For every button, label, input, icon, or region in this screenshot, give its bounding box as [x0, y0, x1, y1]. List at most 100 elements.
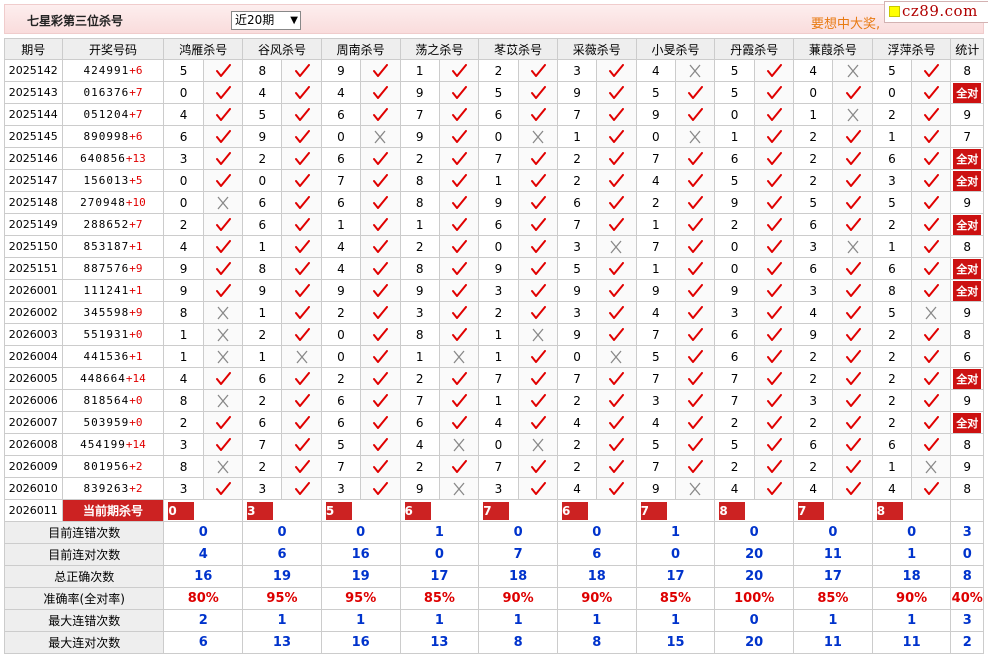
cross-icon — [925, 306, 937, 320]
kill-status — [438, 59, 480, 82]
check-icon — [452, 151, 468, 165]
kill-status — [281, 477, 322, 500]
check-icon — [530, 349, 546, 363]
summary-value: 16 — [163, 565, 244, 588]
kill-status — [674, 147, 716, 170]
check-icon — [766, 305, 782, 319]
col-expert-header: 浮萍杀号 — [871, 38, 952, 60]
kill-status — [674, 235, 716, 258]
cross-icon — [217, 460, 229, 474]
check-icon — [452, 415, 468, 429]
kill-status — [753, 477, 795, 500]
check-icon — [294, 63, 310, 77]
kill-status — [832, 59, 873, 82]
logo-text: cz89.com — [902, 2, 978, 20]
period-select[interactable]: 近20期 ▼ — [231, 11, 301, 30]
kill-status — [517, 367, 558, 390]
check-icon — [294, 239, 310, 253]
summary-value: 0 — [320, 521, 401, 544]
check-icon — [215, 129, 231, 143]
kill-number: 3 — [556, 59, 598, 82]
summary-value: 16 — [320, 543, 401, 566]
check-icon — [294, 129, 310, 143]
kill-status — [596, 279, 637, 302]
draw-bonus: +14 — [125, 438, 146, 451]
kill-status — [911, 59, 952, 82]
kill-number: 3 — [163, 477, 204, 500]
kill-status — [911, 147, 952, 170]
promo-text[interactable]: 要想中大奖, — [811, 13, 880, 32]
summary-count: 3 — [950, 521, 984, 544]
kill-number: 6 — [871, 433, 913, 456]
kill-number: 9 — [320, 279, 362, 302]
kill-number: 4 — [320, 235, 362, 258]
summary-value: 11 — [793, 543, 873, 566]
kill-number: 8 — [399, 169, 440, 192]
current-kill-cell: 7 — [793, 499, 873, 522]
kill-number: 2 — [163, 411, 204, 434]
kill-status — [911, 213, 952, 236]
check-icon — [215, 437, 231, 451]
kill-status — [596, 389, 637, 412]
cross-icon — [217, 350, 229, 364]
draw-number: 288652+7 — [61, 213, 165, 236]
kill-number: 1 — [793, 103, 834, 126]
check-icon — [215, 151, 231, 165]
kill-number: 0 — [478, 235, 519, 258]
all-correct-badge: 全对 — [953, 214, 982, 235]
kill-number: 4 — [635, 301, 676, 324]
cross-icon — [296, 350, 308, 364]
kill-status — [517, 81, 558, 104]
kill-status — [517, 433, 558, 456]
check-icon — [609, 327, 625, 341]
draw-digits: 270948 — [80, 196, 126, 209]
check-icon — [766, 459, 782, 473]
kill-status — [832, 301, 873, 324]
check-icon — [766, 129, 782, 143]
kill-status — [360, 433, 401, 456]
check-icon — [530, 85, 546, 99]
kill-status — [911, 169, 952, 192]
cross-icon — [689, 64, 701, 78]
current-kill-number: 7 — [483, 501, 510, 520]
check-icon — [924, 283, 940, 297]
draw-digits: 551931 — [83, 328, 130, 341]
check-icon — [766, 327, 782, 341]
summary-value: 85% — [399, 587, 480, 610]
kill-number: 7 — [399, 103, 440, 126]
kill-status — [596, 81, 637, 104]
col-draw-header: 开奖号码 — [61, 38, 165, 60]
kill-status — [438, 411, 480, 434]
current-kill-cell: 8 — [871, 499, 952, 522]
check-icon — [924, 437, 940, 451]
kill-status — [832, 169, 873, 192]
cross-icon — [689, 130, 701, 144]
draw-number: 270948+10 — [61, 191, 165, 214]
kill-number: 8 — [163, 455, 204, 478]
draw-bonus: +0 — [129, 416, 143, 429]
kill-number: 9 — [478, 191, 519, 214]
check-icon — [845, 283, 861, 297]
check-icon — [845, 393, 861, 407]
site-logo[interactable]: cz89.com — [884, 1, 988, 23]
kill-number: 1 — [163, 345, 204, 368]
all-correct-badge: 全对 — [953, 412, 982, 433]
kill-number: 1 — [399, 59, 440, 82]
draw-bonus: +2 — [129, 460, 143, 473]
check-icon — [766, 261, 782, 275]
issue-number: 2026006 — [4, 389, 63, 412]
row-count: 全对 — [950, 279, 984, 302]
kill-number: 1 — [163, 323, 204, 346]
kill-number: 2 — [556, 389, 598, 412]
summary-value: 18 — [871, 565, 952, 588]
table-header-row: 期号 开奖号码 鸿雁杀号 谷风杀号 周南杀号 荡之杀号 苳苡杀号 采薇杀号 小旻杀号 丹霞杀号 蒹葭… — [4, 38, 984, 60]
draw-number: 016376+7 — [61, 81, 165, 104]
kill-status — [753, 81, 795, 104]
check-icon — [294, 481, 310, 495]
check-icon — [688, 173, 704, 187]
kill-number: 2 — [871, 213, 913, 236]
draw-digits: 111241 — [83, 284, 130, 297]
summary-value: 1 — [556, 609, 637, 632]
kill-status — [753, 279, 795, 302]
summary-value: 1 — [871, 543, 952, 566]
